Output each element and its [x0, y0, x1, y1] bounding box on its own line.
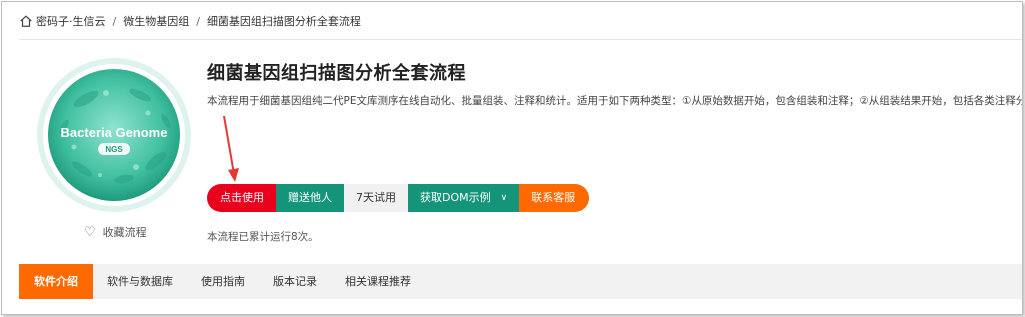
- run-count-text: 本流程已累计运行8次。: [207, 231, 319, 243]
- tab-software-database[interactable]: 软件与数据库: [93, 264, 187, 299]
- tab-user-guide[interactable]: 使用指南: [187, 264, 259, 299]
- logo-subtitle: NGS: [105, 145, 123, 154]
- breadcrumb: 密码子·生信云 / 微生物基因组 / 细菌基因组扫描图分析全套流程: [19, 12, 361, 30]
- action-button-group: 点击使用 赠送他人 7天试用 获取DOM示例 ∨ 联系客服: [207, 184, 590, 212]
- breadcrumb-category-link[interactable]: 微生物基因组: [123, 13, 189, 29]
- chevron-down-icon: ∨: [500, 193, 508, 203]
- product-description: 本流程用于细菌基因组纯二代PE文库测序在线自动化、批量组装、注释和统计。适用于如…: [207, 95, 1023, 107]
- product-logo: Bacteria Genome NGS: [37, 58, 191, 212]
- page-title: 细菌基因组扫描图分析全套流程: [207, 63, 466, 84]
- heart-icon: ♡: [84, 224, 96, 240]
- header-divider: [19, 39, 1022, 40]
- tab-bar: 软件介绍 软件与数据库 使用指南 版本记录 相关课程推荐: [19, 264, 1022, 299]
- favorite-button[interactable]: ♡ 收藏流程: [84, 224, 147, 240]
- use-button[interactable]: 点击使用: [207, 184, 276, 212]
- breadcrumb-separator: /: [196, 14, 200, 28]
- breadcrumb-separator: /: [112, 14, 117, 28]
- breadcrumb-home-link[interactable]: 密码子·生信云: [36, 13, 106, 29]
- contact-service-button[interactable]: 联系客服: [519, 184, 590, 212]
- tab-software-intro[interactable]: 软件介绍: [19, 264, 93, 299]
- gift-button[interactable]: 赠送他人: [276, 184, 344, 212]
- get-dom-example-dropdown[interactable]: 获取DOM示例 ∨: [408, 184, 520, 212]
- favorite-label: 收藏流程: [102, 226, 147, 239]
- trial-button[interactable]: 7天试用: [344, 184, 408, 212]
- breadcrumb-current: 细菌基因组扫描图分析全套流程: [206, 15, 361, 28]
- logo-title: Bacteria Genome: [61, 125, 168, 140]
- tab-related-courses[interactable]: 相关课程推荐: [331, 264, 425, 299]
- get-dom-example-label: 获取DOM示例: [420, 191, 491, 204]
- home-icon[interactable]: [19, 14, 33, 28]
- tab-version-history[interactable]: 版本记录: [259, 264, 331, 299]
- annotation-arrow-icon: [223, 115, 239, 182]
- page-frame: 密码子·生信云 / 微生物基因组 / 细菌基因组扫描图分析全套流程 Bacter…: [1, 1, 1023, 315]
